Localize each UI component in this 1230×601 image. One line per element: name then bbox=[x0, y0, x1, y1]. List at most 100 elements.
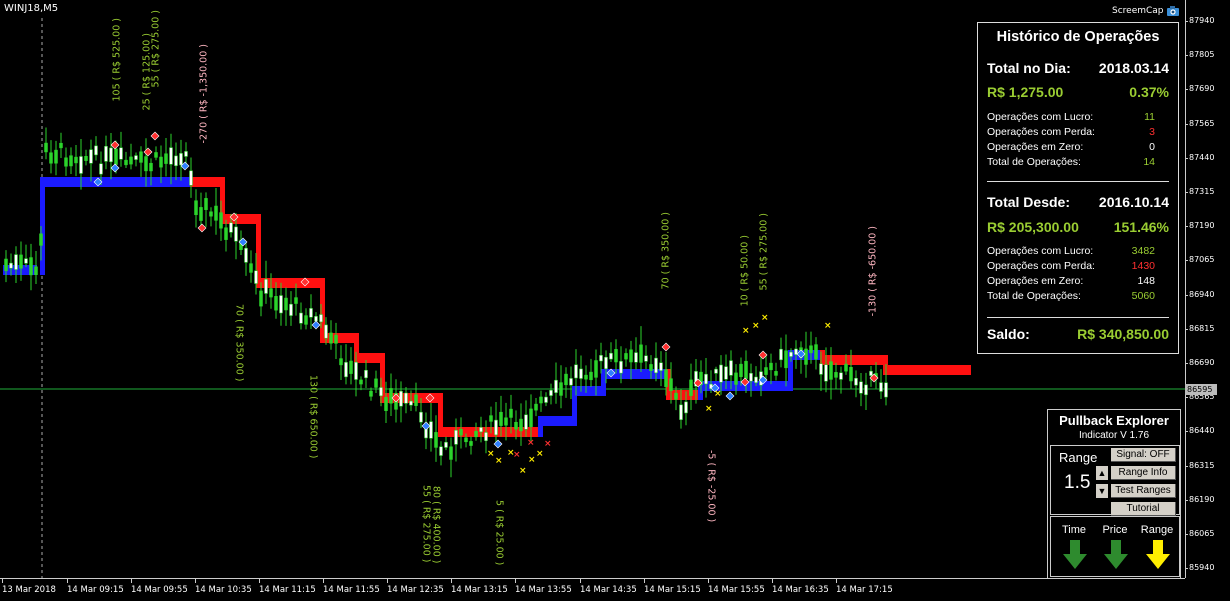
candle-body bbox=[514, 421, 518, 430]
exit-cross-marker: × bbox=[761, 313, 769, 323]
buy-marker bbox=[110, 163, 120, 173]
trade-annotation: -270 ( R$ -1,350.00 ) bbox=[199, 44, 210, 143]
candle-body bbox=[829, 361, 833, 380]
tutorial-button[interactable]: Tutorial bbox=[1111, 502, 1176, 516]
stat-row: Operações com Lucro: 3482 bbox=[987, 245, 1155, 257]
candle-body bbox=[529, 408, 533, 428]
stat-label: Total de Operações: bbox=[987, 156, 1081, 168]
candle-body bbox=[209, 211, 213, 217]
time-tick-label: 13 Mar 2018 bbox=[2, 579, 56, 595]
candle-body bbox=[589, 371, 593, 381]
buy-marker bbox=[311, 320, 321, 330]
candle-body bbox=[244, 247, 248, 263]
candle-body bbox=[639, 344, 643, 363]
since-result: R$ 205,300.00 151.46% bbox=[987, 219, 1169, 235]
candle-body bbox=[489, 415, 493, 422]
candle-body bbox=[499, 411, 503, 426]
candle-body bbox=[39, 233, 43, 246]
candle-body bbox=[134, 155, 138, 160]
candle-body bbox=[199, 207, 203, 221]
time-tick-label: 14 Mar 14:35 bbox=[580, 579, 637, 595]
candle-body bbox=[294, 297, 298, 304]
candle-body bbox=[609, 352, 613, 360]
exit-cross-marker: × bbox=[824, 321, 832, 331]
stat-label: Total de Operações: bbox=[987, 290, 1081, 302]
price-tick-label: 87440 bbox=[1184, 152, 1215, 162]
time-arrow-down-icon bbox=[1063, 540, 1087, 569]
candle-body bbox=[94, 145, 98, 156]
candle-body bbox=[19, 254, 23, 269]
candle-body bbox=[234, 226, 238, 242]
candle-body bbox=[559, 382, 563, 396]
range-down-button[interactable]: ▼ bbox=[1096, 484, 1108, 498]
stat-value: 0 bbox=[1149, 141, 1155, 153]
candle-body bbox=[99, 163, 103, 175]
pullback-title: Pullback Explorer bbox=[1059, 413, 1169, 428]
trend-band-segment bbox=[356, 353, 383, 363]
candle-body bbox=[349, 360, 353, 374]
candle-body bbox=[259, 290, 263, 307]
price-tick-label: 86815 bbox=[1184, 323, 1215, 333]
candle-body bbox=[739, 363, 743, 378]
range-info-button[interactable]: Range Info bbox=[1111, 466, 1176, 480]
time-tick-label: 14 Mar 10:35 bbox=[195, 579, 252, 595]
candle-body bbox=[364, 369, 368, 379]
test-ranges-button[interactable]: Test Ranges bbox=[1111, 484, 1176, 498]
candle-body bbox=[504, 417, 508, 426]
candle-body bbox=[319, 314, 323, 323]
candle-body bbox=[129, 156, 133, 165]
screencam-label[interactable]: ScreemCap bbox=[1112, 6, 1164, 16]
range-value: 1.5 bbox=[1064, 472, 1091, 493]
price-tick-label: 87940 bbox=[1184, 16, 1215, 25]
day-total-header: Total no Dia: 2018.03.14 bbox=[987, 60, 1169, 76]
price-tick-label: 87565 bbox=[1184, 118, 1215, 128]
stat-value: 5060 bbox=[1131, 290, 1155, 302]
trade-annotation: 105 ( R$ 525.00 ) bbox=[112, 18, 123, 102]
time-tick-label: 14 Mar 15:55 bbox=[708, 579, 765, 595]
time-axis: 13 Mar 2018 14 Mar 09:15 14 Mar 09:55 14 Ma… bbox=[0, 578, 1185, 601]
stat-value: 3482 bbox=[1131, 245, 1155, 257]
candle-body bbox=[484, 432, 488, 441]
candle-body bbox=[659, 362, 663, 371]
candle-body bbox=[109, 147, 113, 163]
candle-body bbox=[519, 418, 523, 432]
candle-body bbox=[884, 382, 888, 398]
candle-body bbox=[224, 227, 228, 240]
price-tick-label: 86190 bbox=[1184, 494, 1215, 504]
range-up-button[interactable]: ▲ bbox=[1096, 466, 1108, 480]
candle-body bbox=[869, 370, 873, 376]
candle-body bbox=[419, 411, 423, 423]
candle-body bbox=[474, 430, 478, 438]
stat-row: Operações com Perda: 1430 bbox=[987, 260, 1155, 272]
candle-body bbox=[824, 364, 828, 382]
candle-body bbox=[14, 254, 18, 270]
candle-body bbox=[814, 344, 818, 360]
candle-body bbox=[449, 446, 453, 460]
time-tick-label: 14 Mar 17:15 bbox=[836, 579, 893, 595]
camera-icon[interactable] bbox=[1166, 4, 1180, 18]
stat-row: Total de Operações: 14 bbox=[987, 156, 1155, 168]
candle-body bbox=[264, 279, 268, 294]
pullback-explorer-panel: Pullback Explorer Indicator V 1.76 Range… bbox=[1047, 409, 1181, 579]
symbol-label: WINJ18,M5 bbox=[4, 3, 59, 14]
sell-marker bbox=[150, 131, 160, 141]
candle-body bbox=[74, 156, 78, 164]
exit-cross-marker: × bbox=[752, 321, 760, 331]
candle-body bbox=[374, 378, 378, 388]
candle-body bbox=[119, 147, 123, 160]
signal-toggle-button[interactable]: Signal: OFF bbox=[1111, 448, 1176, 462]
buy-marker bbox=[725, 391, 735, 401]
since-percent: 151.46% bbox=[1113, 219, 1169, 235]
trade-annotation: 55 ( R$ 275.00 ) bbox=[759, 213, 770, 290]
time-tick-label: 14 Mar 16:35 bbox=[772, 579, 829, 595]
candle-body bbox=[189, 170, 193, 186]
candle-body bbox=[269, 288, 273, 298]
sell-marker bbox=[661, 342, 671, 352]
candle-body bbox=[459, 429, 463, 436]
history-panel: Histórico de Operações Total no Dia: 201… bbox=[977, 22, 1179, 354]
history-separator bbox=[987, 317, 1169, 318]
candle-body bbox=[704, 373, 708, 385]
candle-body bbox=[304, 315, 308, 325]
candle-body bbox=[649, 364, 653, 371]
price-tick-label: 87805 bbox=[1184, 50, 1215, 60]
